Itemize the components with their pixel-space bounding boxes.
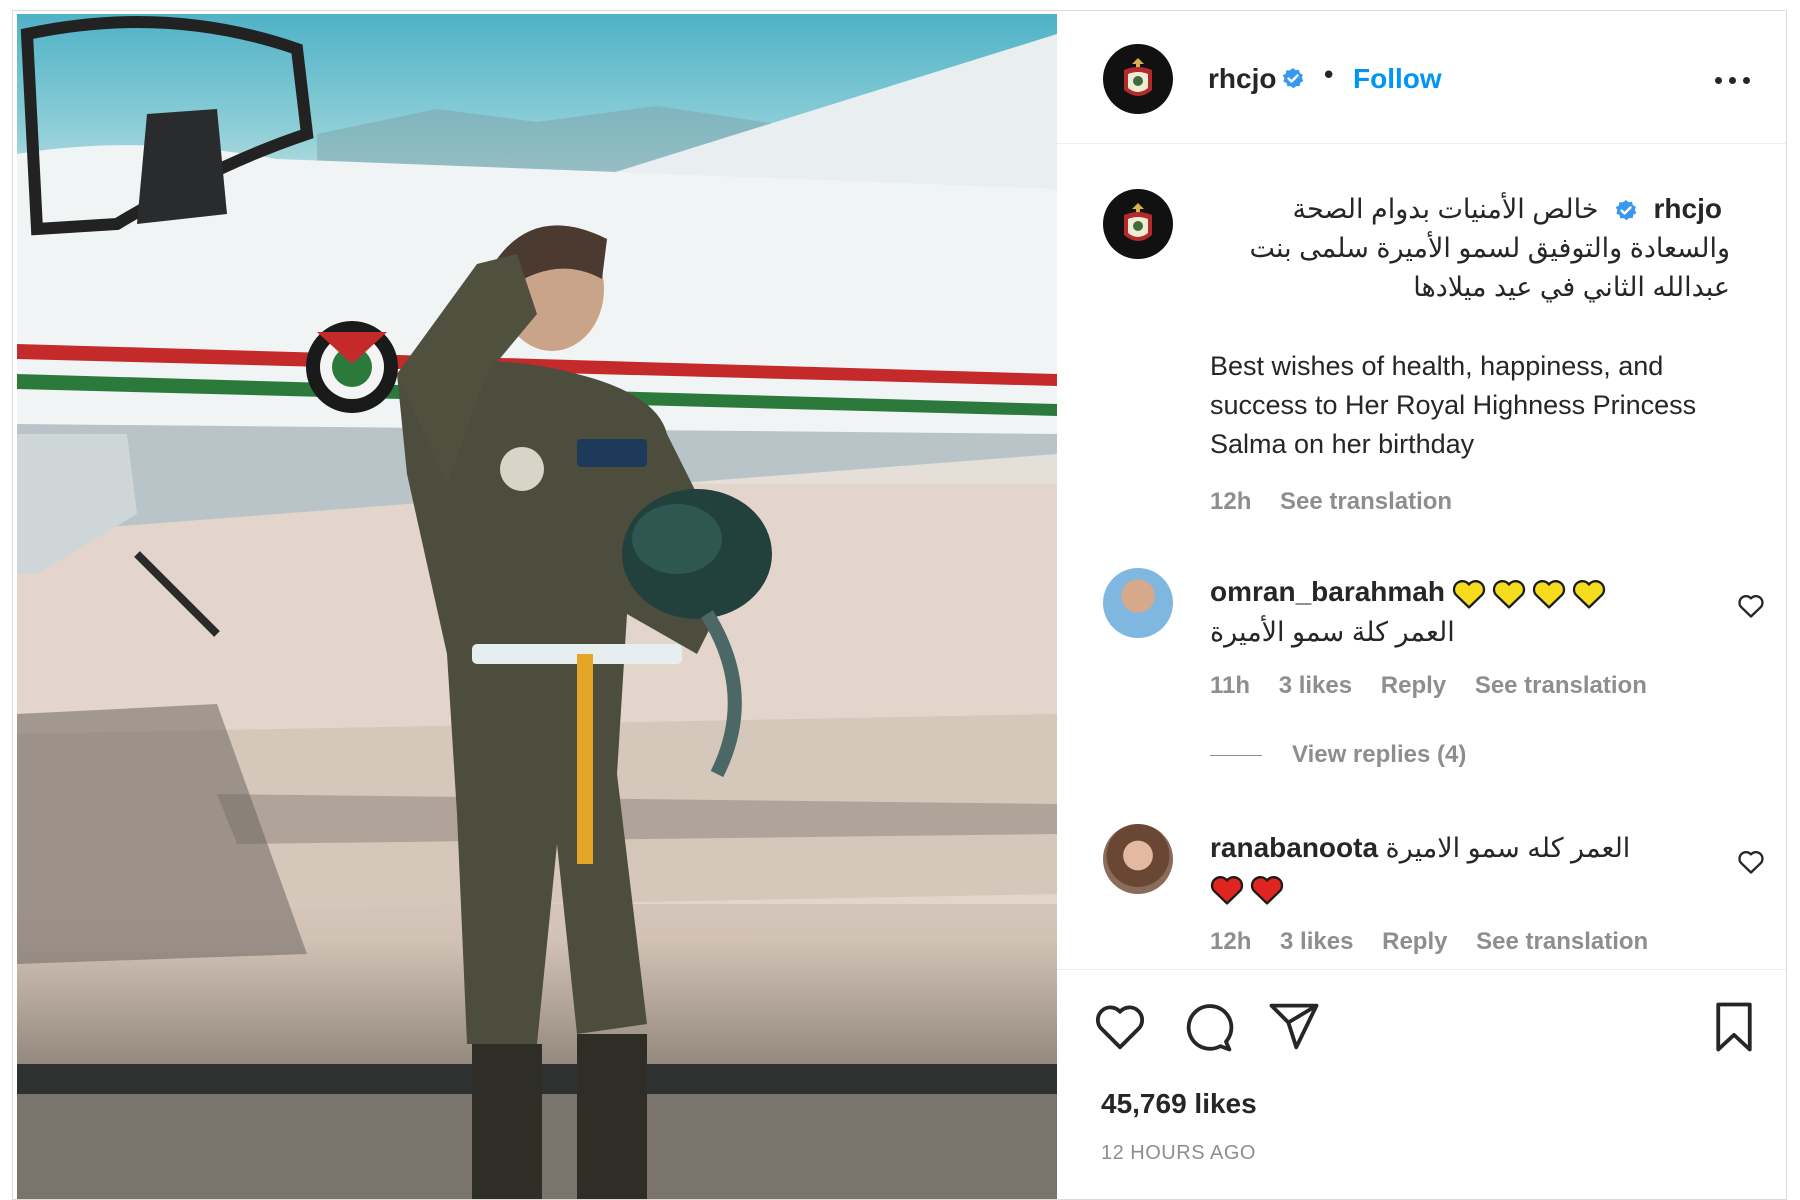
comment-username[interactable]: ranabanoota xyxy=(1210,832,1378,863)
caption-avatar[interactable] xyxy=(1103,189,1173,259)
likes-count[interactable]: 45,769 likes xyxy=(1101,1088,1257,1120)
emoji-heart-icon xyxy=(1210,875,1244,905)
caption-see-translation[interactable]: See translation xyxy=(1280,488,1452,515)
comment-avatar[interactable] xyxy=(1103,824,1173,894)
caption-username[interactable]: rhcjo xyxy=(1654,193,1722,224)
paper-plane-icon[interactable] xyxy=(1267,1000,1321,1054)
view-replies-line xyxy=(1210,755,1262,757)
comment-body: omran_barahmah العمر كلة سمو الأميرة 11h… xyxy=(1210,572,1690,706)
photo-illustration xyxy=(17,16,1057,1199)
emoji-heart-icon xyxy=(1493,579,1526,609)
comment-see-translation[interactable]: See translation xyxy=(1475,672,1647,699)
comment-reply-button[interactable]: Reply xyxy=(1382,928,1447,955)
caption-english: Best wishes of health, happiness, and su… xyxy=(1210,351,1697,459)
view-replies-label: View replies (4) xyxy=(1292,741,1467,768)
comment-avatar[interactable] xyxy=(1103,568,1173,638)
comment-icon[interactable] xyxy=(1181,1000,1235,1054)
comment-emoji-hearts xyxy=(1210,868,1690,908)
emoji-heart-icon xyxy=(1453,579,1486,609)
comment-body: ranabanoota العمر كله سمو الاميرة 12h 3 … xyxy=(1210,828,1690,962)
comment-likes[interactable]: 3 likes xyxy=(1279,672,1352,699)
post-actions-bar: 45,769 likes 12 HOURS AGO xyxy=(1057,969,1786,1199)
verified-badge-icon xyxy=(1282,68,1304,89)
comment-text: العمر كلة سمو الأميرة xyxy=(1210,617,1455,647)
comment-see-translation[interactable]: See translation xyxy=(1476,928,1648,955)
more-options-icon[interactable] xyxy=(1713,71,1753,91)
caption-time[interactable]: 12h xyxy=(1210,488,1251,515)
comment-text: العمر كله سمو الاميرة xyxy=(1385,833,1631,863)
post-photo xyxy=(17,14,1057,1199)
heart-icon[interactable] xyxy=(1093,1000,1147,1054)
author-username[interactable]: rhcjo xyxy=(1208,63,1276,95)
follow-button[interactable]: Follow xyxy=(1353,63,1442,95)
emoji-heart-icon xyxy=(1533,579,1566,609)
bookmark-icon[interactable] xyxy=(1707,1000,1761,1054)
comment-meta: 11h 3 likes Reply See translation xyxy=(1210,666,1690,706)
comment-username[interactable]: omran_barahmah xyxy=(1210,576,1445,607)
header-separator: • xyxy=(1321,61,1337,91)
post-dialog: rhcjo • Follow rhcjo خالص الأمنيات بدوام… xyxy=(12,10,1787,1200)
comment-like-heart-icon[interactable] xyxy=(1737,593,1765,619)
post-header: rhcjo • Follow xyxy=(1057,11,1786,144)
comment-like-heart-icon[interactable] xyxy=(1737,849,1765,875)
royal-crest-icon xyxy=(1124,58,1152,96)
caption-text-block: rhcjo خالص الأمنيات بدوام الصحة والسعادة… xyxy=(1210,189,1730,521)
caption-arabic: rhcjo خالص الأمنيات بدوام الصحة والسعادة… xyxy=(1210,189,1731,307)
emoji-heart-icon xyxy=(1250,875,1284,905)
view-replies-button[interactable]: View replies (4) xyxy=(1210,741,1466,769)
comment-emoji-hearts xyxy=(1452,577,1612,609)
posted-time[interactable]: 12 HOURS AGO xyxy=(1101,1142,1256,1165)
royal-crest-icon xyxy=(1124,203,1152,241)
emoji-heart-icon xyxy=(1573,579,1606,609)
post-side-panel: rhcjo • Follow rhcjo خالص الأمنيات بدوام… xyxy=(1057,11,1786,1199)
verified-badge-icon xyxy=(1615,199,1637,221)
caption-meta: 12h See translation xyxy=(1210,482,1730,521)
comment-meta: 12h 3 likes Reply See translation xyxy=(1210,922,1690,962)
comment-time[interactable]: 12h xyxy=(1210,928,1251,955)
comment-time[interactable]: 11h xyxy=(1210,672,1250,699)
comment-reply-button[interactable]: Reply xyxy=(1381,672,1446,699)
comment-likes[interactable]: 3 likes xyxy=(1280,928,1353,955)
author-avatar[interactable] xyxy=(1103,44,1173,114)
